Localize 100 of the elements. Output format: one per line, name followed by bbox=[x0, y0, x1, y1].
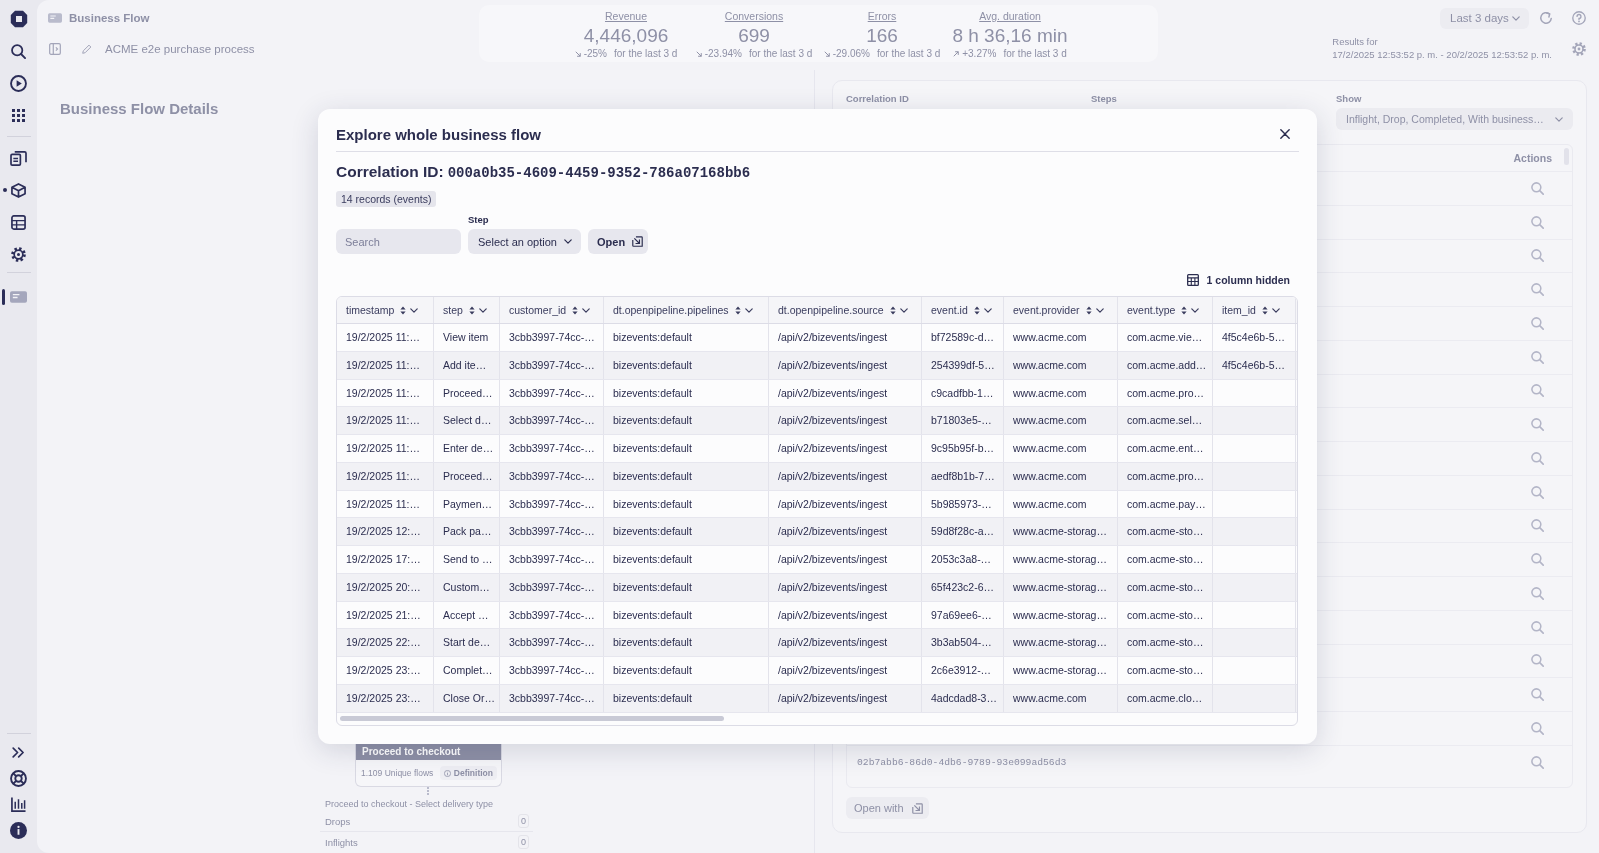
table-cell: Complet… bbox=[434, 657, 500, 684]
table-cell: Pack pa… bbox=[434, 518, 500, 545]
table-cell: Paymen… bbox=[434, 490, 500, 518]
table-cell: com.acme.pay… bbox=[1118, 490, 1213, 518]
table-cell: com.acme-sto… bbox=[1118, 601, 1213, 629]
table-cell: 19/2/2025 21:… bbox=[337, 601, 434, 629]
table-cell: 9c95b95f-b… bbox=[922, 435, 1004, 462]
table-icon bbox=[11, 214, 26, 230]
kpi-period: for the last 3 d bbox=[1003, 48, 1067, 60]
table-cell: www.acme.com bbox=[1004, 379, 1118, 407]
card-icon bbox=[10, 291, 27, 303]
table-cell: 3cbb3997-74cc-… bbox=[500, 462, 604, 490]
caret-icon[interactable] bbox=[899, 307, 908, 313]
table-cell: 19/2/2025 22:… bbox=[337, 629, 434, 656]
column-header[interactable]: event.provider bbox=[1004, 297, 1118, 323]
table-cell: Start de… bbox=[434, 629, 500, 656]
caret-icon[interactable] bbox=[478, 307, 487, 313]
cube-icon bbox=[11, 182, 26, 198]
table-cell: bizevents:default bbox=[604, 573, 769, 601]
sort-icon[interactable] bbox=[572, 305, 579, 315]
caret-icon[interactable] bbox=[582, 307, 591, 313]
column-header[interactable]: dt.openpipeline.source bbox=[769, 297, 922, 323]
logo-icon[interactable] bbox=[9, 10, 28, 28]
table-cell: bizevents:default bbox=[604, 351, 769, 379]
table-cell: /api/v2/bizevents/ingest bbox=[769, 462, 922, 490]
flow-name: ACME e2e purchase process bbox=[105, 43, 255, 55]
column-header[interactable]: timestamp bbox=[337, 297, 434, 323]
table-cell: 4adcdad8-3… bbox=[922, 684, 1004, 712]
table-cell: /api/v2/bizevents/ingest bbox=[769, 490, 922, 518]
step-select[interactable]: Select an option bbox=[468, 229, 581, 254]
open-button[interactable]: Open bbox=[588, 229, 648, 254]
table-cell: c9cadfbb-1… bbox=[922, 379, 1004, 407]
table-cell: 3cbb3997-74cc-… bbox=[500, 657, 604, 684]
caret-icon[interactable] bbox=[744, 307, 753, 313]
close-button[interactable] bbox=[1277, 126, 1293, 142]
filter-label: Correlation ID bbox=[846, 93, 909, 105]
sort-icon[interactable] bbox=[973, 305, 980, 315]
column-header[interactable]: dt.openpipeline.pipelines bbox=[604, 297, 769, 323]
column-header[interactable]: item_id bbox=[1213, 297, 1296, 323]
chart-icon[interactable] bbox=[11, 796, 26, 812]
hidden-columns-button[interactable]: 1 column hidden bbox=[1186, 273, 1290, 287]
table-cell: bizevents:default bbox=[604, 684, 769, 712]
sort-icon[interactable] bbox=[1181, 305, 1188, 315]
column-header[interactable]: event.id bbox=[922, 297, 1004, 323]
caret-icon[interactable] bbox=[983, 307, 992, 313]
correlation-label: Correlation ID: bbox=[336, 162, 444, 182]
caret-icon[interactable] bbox=[1271, 307, 1280, 313]
table-cell: 3cbb3997-74cc-… bbox=[500, 379, 604, 407]
stat-label: Inflights bbox=[325, 836, 358, 848]
step-label: Step bbox=[468, 214, 489, 226]
sort-icon[interactable] bbox=[734, 305, 741, 315]
caret-icon[interactable] bbox=[410, 307, 419, 313]
kpi-change: +3.27% bbox=[962, 48, 997, 60]
dialog-title: Explore whole business flow bbox=[336, 125, 542, 143]
table-cell: com.acme-sto… bbox=[1118, 518, 1213, 545]
table-cell: Proceed… bbox=[434, 462, 500, 490]
table-cell: bizevents:default bbox=[604, 435, 769, 462]
stat-label: Drops bbox=[325, 815, 351, 827]
table-cell: com.acme-sto… bbox=[1118, 573, 1213, 601]
table-cell: 19/2/2025 11:… bbox=[337, 351, 434, 379]
table-cell: bizevents:default bbox=[604, 518, 769, 545]
lifebuoy-icon[interactable] bbox=[10, 769, 27, 787]
table-cell: Proceed… bbox=[434, 379, 500, 407]
sort-icon[interactable] bbox=[1085, 305, 1092, 315]
column-header[interactable]: event.type bbox=[1118, 297, 1213, 323]
table-cell: com.acme-sto… bbox=[1118, 629, 1213, 656]
table-cell: 3cbb3997-74cc-… bbox=[500, 435, 604, 462]
column-header[interactable]: customer_id bbox=[500, 297, 604, 323]
table-cell: com.acme.vie… bbox=[1118, 324, 1213, 351]
table-cell: 19/2/2025 11:… bbox=[337, 490, 434, 518]
column-header[interactable]: step bbox=[434, 297, 500, 323]
table-cell: com.acme.ent… bbox=[1118, 435, 1213, 462]
table-cell: bizevents:default bbox=[604, 462, 769, 490]
sort-icon[interactable] bbox=[889, 305, 896, 315]
table-cell: 3cbb3997-74cc-… bbox=[500, 573, 604, 601]
info-icon[interactable] bbox=[10, 821, 27, 839]
info-icon bbox=[443, 769, 451, 777]
stat-value: 0 bbox=[518, 814, 529, 828]
kpi-value: 8 h 36,16 min bbox=[952, 24, 1068, 48]
table-cell: 59d8f28c-a… bbox=[922, 518, 1004, 545]
sort-icon[interactable] bbox=[468, 305, 475, 315]
search-field[interactable]: Search bbox=[336, 229, 461, 254]
expand-icon[interactable] bbox=[12, 746, 25, 758]
table-cell: /api/v2/bizevents/ingest bbox=[769, 684, 922, 712]
table-cell: 3cbb3997-74cc-… bbox=[500, 324, 604, 351]
documents-icon bbox=[10, 150, 27, 166]
kpi-value: 4,446,096 bbox=[583, 24, 669, 48]
table-cell: 254399df-5… bbox=[922, 351, 1004, 379]
caret-icon[interactable] bbox=[1095, 307, 1104, 313]
correlation-id: 000a0b35-4609-4459-9352-786a07168bb6 bbox=[447, 164, 751, 183]
table-cell: 3cbb3997-74cc-… bbox=[500, 546, 604, 573]
table-cell: com.acme-sto… bbox=[1118, 657, 1213, 684]
table-cell: bf72589c-d… bbox=[922, 324, 1004, 351]
sort-icon[interactable] bbox=[1261, 305, 1268, 315]
caret-icon[interactable] bbox=[1191, 307, 1200, 313]
table-cell: 4f5c4e6b-5… bbox=[1213, 351, 1296, 379]
kpi-value: 699 bbox=[738, 24, 770, 48]
filter-label: Show bbox=[1336, 93, 1362, 105]
sort-icon[interactable] bbox=[400, 305, 407, 315]
table-cell: bizevents:default bbox=[604, 324, 769, 351]
